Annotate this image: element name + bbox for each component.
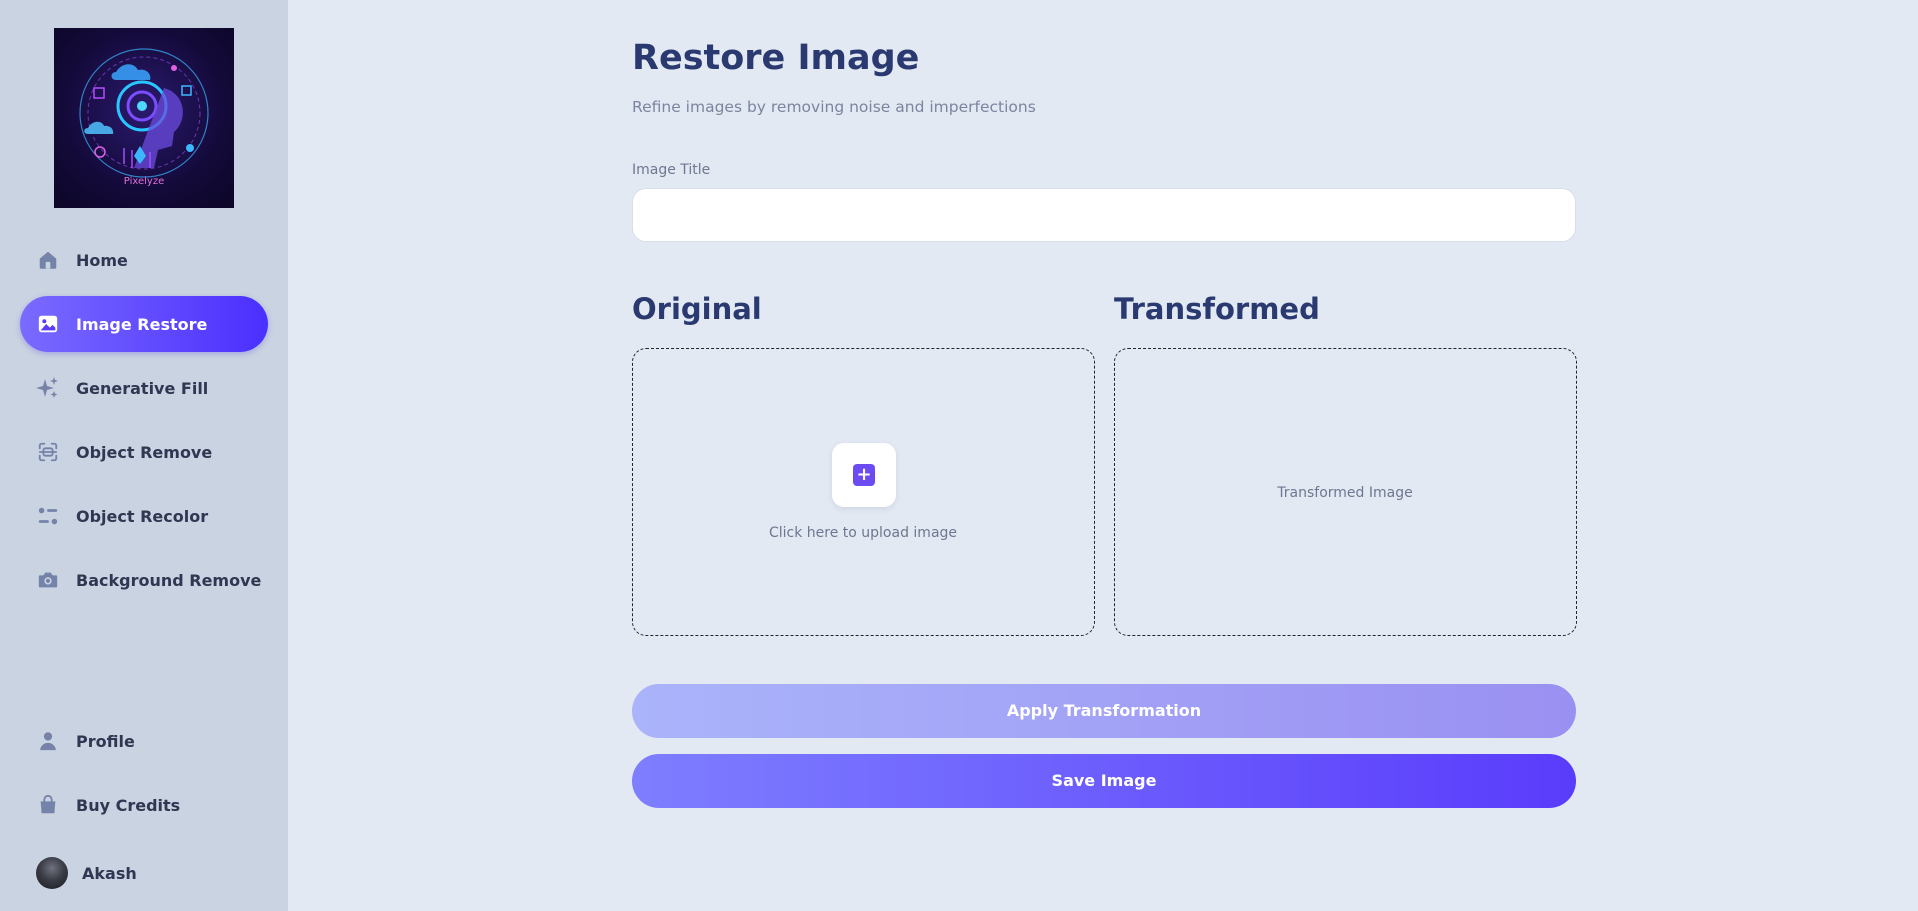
camera-icon [20, 569, 76, 591]
sidebar-item-image-restore[interactable]: Image Restore [20, 296, 268, 352]
user-icon [20, 730, 76, 752]
sidebar-item-home[interactable]: Home [20, 232, 268, 288]
sidebar-item-label: Object Remove [76, 442, 213, 462]
sidebar-item-label: Buy Credits [76, 795, 181, 815]
image-icon [20, 313, 76, 335]
brand-name: Pixelyze [123, 176, 165, 187]
sidebar-item-buy-credits[interactable]: Buy Credits [20, 777, 268, 833]
bag-icon [20, 794, 76, 816]
sparkles-icon [20, 376, 76, 400]
sidebar-item-generative-fill[interactable]: Generative Fill [20, 360, 268, 416]
pixelyze-logo[interactable]: Pixelyze [54, 28, 234, 208]
sidebar-item-label: Object Recolor [76, 506, 209, 526]
transformed-heading: Transformed [1114, 292, 1320, 326]
sidebar-item-label: Profile [76, 731, 135, 751]
home-icon [20, 249, 76, 271]
sidebar-item-label: Generative Fill [76, 378, 209, 398]
save-image-button[interactable]: Save Image [632, 754, 1576, 808]
page-subtitle: Refine images by removing noise and impe… [632, 98, 1036, 116]
page-title: Restore Image [632, 38, 920, 78]
transformed-placeholder: Transformed Image [1277, 485, 1413, 501]
original-upload-area[interactable]: + Click here to upload image [632, 348, 1095, 636]
user-name: Akash [82, 863, 137, 883]
scan-icon [20, 441, 76, 463]
original-heading: Original [632, 292, 762, 326]
sidebar-item-label: Image Restore [76, 314, 208, 334]
user-menu[interactable]: Akash [20, 845, 268, 901]
image-title-input[interactable] [632, 188, 1576, 242]
plus-icon: + [853, 464, 875, 486]
sidebar-item-object-recolor[interactable]: Object Recolor [20, 488, 268, 544]
sidebar-item-label: Home [76, 250, 128, 270]
sidebar-item-profile[interactable]: Profile [20, 713, 268, 769]
sidebar-item-object-remove[interactable]: Object Remove [20, 424, 268, 480]
sidebar-item-label: Background Remove [76, 570, 262, 590]
apply-transformation-button[interactable]: Apply Transformation [632, 684, 1576, 738]
image-title-label: Image Title [632, 162, 711, 178]
main-content: Restore Image Refine images by removing … [632, 0, 1577, 911]
avatar[interactable] [36, 857, 68, 889]
upload-prompt[interactable]: Click here to upload image [633, 525, 1093, 541]
upload-button[interactable]: + [832, 443, 896, 507]
filter-icon [20, 505, 76, 527]
sidebar-item-background-remove[interactable]: Background Remove [20, 552, 268, 608]
transformed-image-area: Transformed Image [1114, 348, 1577, 636]
sidebar: Pixelyze Home Image Restore Generative F… [0, 0, 288, 911]
